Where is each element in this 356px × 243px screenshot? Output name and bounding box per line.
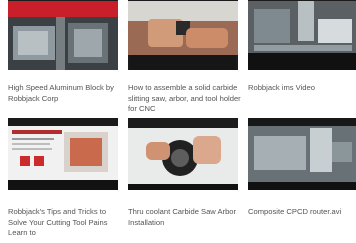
video-title[interactable]: High Speed Aluminum Block by Robbjack Co… <box>8 83 124 104</box>
router-machining-thumbnail-icon <box>248 118 356 190</box>
video-thumbnail[interactable] <box>248 0 356 70</box>
video-grid: High Speed Aluminum Block by Robbjack Co… <box>0 0 356 243</box>
cnc-machining-thumbnail-icon <box>248 1 356 70</box>
video-thumbnail[interactable] <box>248 118 356 190</box>
video-thumbnail[interactable] <box>8 0 118 70</box>
video-thumbnail[interactable] <box>8 118 118 190</box>
video-title[interactable]: Robbjack's Tips and Tricks to Solve Your… <box>8 207 124 239</box>
web-page-thumbnail-icon <box>8 118 118 190</box>
video-title[interactable]: How to assemble a solid carbide slitting… <box>128 83 244 115</box>
video-thumbnail[interactable] <box>128 0 238 70</box>
machining-block-thumbnail-icon <box>8 1 118 70</box>
video-title[interactable]: Composite CPCD router.avi <box>248 207 356 218</box>
video-title[interactable]: Thru coolant Carbide Saw Arbor Installat… <box>128 207 244 228</box>
saw-arbor-thumbnail-icon <box>128 118 238 190</box>
slitting-saw-assembly-thumbnail-icon <box>128 1 238 70</box>
video-title[interactable]: Robbjack ims Video <box>248 83 356 94</box>
video-thumbnail[interactable] <box>128 118 238 190</box>
